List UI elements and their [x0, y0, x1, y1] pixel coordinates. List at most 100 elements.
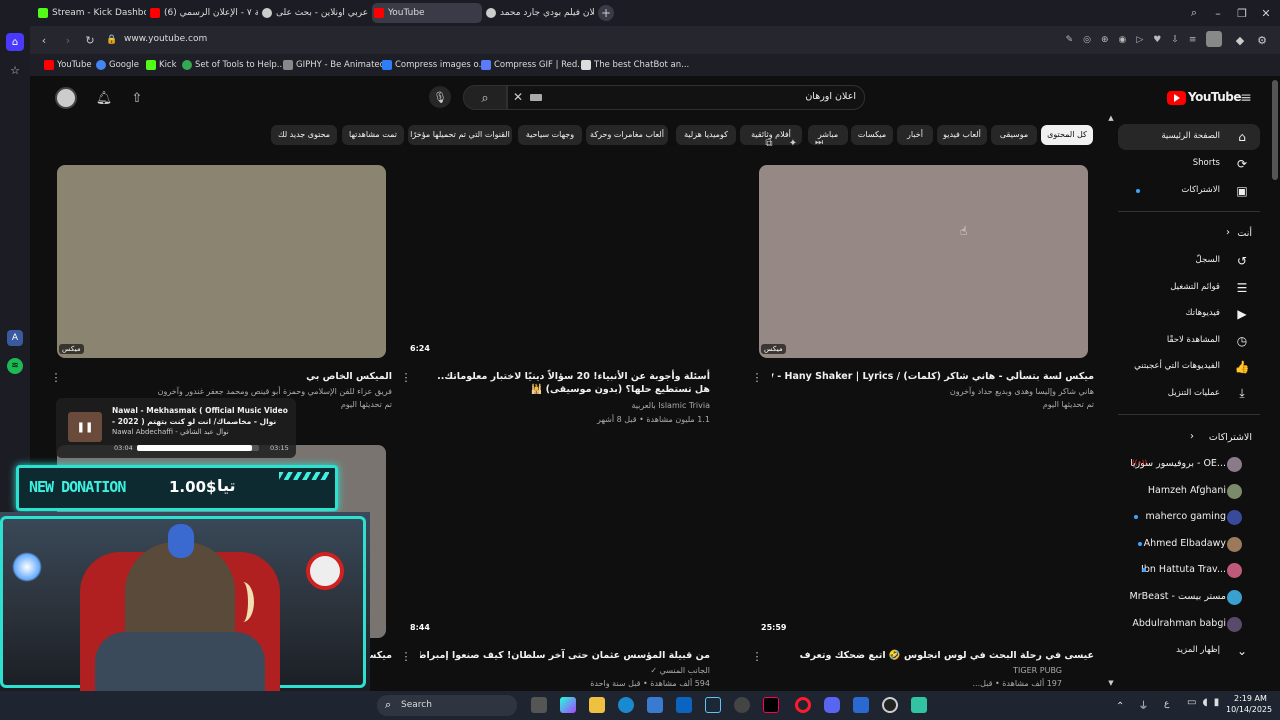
4k-downloader-icon[interactable] [734, 697, 750, 713]
language-indicator[interactable]: ع [1164, 699, 1169, 709]
maximize-button[interactable]: ❐ [1234, 5, 1250, 21]
video-thumbnail[interactable] [408, 165, 737, 358]
tab-youtube[interactable]: YouTube [372, 3, 482, 23]
bookmark-tools[interactable]: Set of Tools to Help... [182, 58, 285, 72]
video-menu-icon[interactable]: ⋮ [400, 370, 412, 384]
subscription-item[interactable]: MrBeast - مستر بيست [1118, 584, 1260, 610]
bookmark-kick[interactable]: Kick [146, 58, 177, 72]
video-channel[interactable]: هاني شاكر وإليسا وهدى وبديع حداد وآخرون [772, 386, 1094, 397]
defender-icon[interactable] [853, 697, 869, 713]
star-icon[interactable]: ☆ [6, 61, 24, 79]
subscription-item[interactable]: بروفيسور سوريا - OE... ((•)) [1118, 451, 1260, 477]
filter-chip[interactable]: ألعاب مغامرات وحركة [586, 125, 668, 145]
filter-chip[interactable]: ألعاب فيديو [937, 125, 987, 145]
clock-time[interactable]: 2:19 AM [1234, 694, 1267, 703]
bookmark-giphy[interactable]: GIPHY - Be Animated [283, 58, 385, 72]
page-scrollbar[interactable] [1272, 80, 1278, 180]
video-channel[interactable]: فريق عزاء للفن الإسلامي وحمزة أبو قينص و… [70, 386, 392, 397]
clock-date[interactable]: 10/14/2025 [1226, 705, 1272, 714]
obs-icon[interactable] [882, 697, 898, 713]
toolbar-icons[interactable]: ✎◎⊕◉▷♥⇩≡ [1046, 32, 1226, 48]
new-tab-button[interactable]: + [598, 5, 614, 21]
minimize-button[interactable]: – [1210, 5, 1226, 21]
notifications-icon[interactable]: 🔔︎ [95, 89, 113, 107]
upload-icon[interactable]: ⇧ [128, 89, 146, 107]
account-avatar[interactable] [55, 87, 77, 109]
show-more-button[interactable]: إظهار المزيد ⌄ [1118, 638, 1260, 664]
store-icon[interactable] [647, 697, 663, 713]
keyboard-icon[interactable] [530, 94, 542, 101]
aria-icon[interactable]: A [7, 330, 23, 346]
video-thumbnail[interactable] [57, 165, 386, 358]
close-window-button[interactable]: ✕ [1258, 5, 1274, 21]
video-menu-icon[interactable]: ⋮ [751, 370, 763, 384]
edge-icon[interactable] [618, 697, 634, 713]
video-thumbnail[interactable] [759, 165, 1088, 358]
video-channel[interactable]: TIGER PUBG [772, 665, 1062, 676]
streamlabs-icon[interactable] [911, 697, 927, 713]
bookmark-google[interactable]: Google [96, 58, 139, 72]
bookmark-youtube[interactable]: YouTube [44, 58, 92, 72]
filter-chip[interactable]: ميكسات [851, 125, 893, 145]
youtube-logo[interactable]: YouTube [1167, 90, 1242, 106]
sidebar-section-subscriptions[interactable]: الاشتراكات › [1118, 425, 1260, 451]
forward-icon[interactable]: › [60, 32, 76, 48]
bookmark-compress-images[interactable]: Compress images o... [382, 58, 487, 72]
file-explorer-icon[interactable] [589, 697, 605, 713]
sidebar-item[interactable]: المشاهدة لاحقًا ◷ [1118, 328, 1260, 354]
subscription-item[interactable]: Abdulrahman babgi [1118, 611, 1260, 637]
video-menu-icon[interactable]: ⋮ [50, 370, 62, 384]
tab-zinzana[interactable]: (6) زنزانة ٧ - الإعلان الرسمي [148, 3, 258, 23]
taskbar-search[interactable]: ⌕ Search [377, 695, 517, 716]
tab-kick[interactable]: Stream - Kick Dashboard [36, 3, 146, 23]
video-title[interactable]: الميكس الخاص بي [70, 370, 392, 383]
video-title[interactable]: عيسى في رحلة البحث في لوس انجلوس 🤣 اتبع … [772, 649, 1094, 662]
tab-aflam[interactable]: افلام عربي اونلاين - بحث على [260, 3, 370, 23]
filter-chip[interactable]: وجهات سياحية [518, 125, 582, 145]
sidebar-item[interactable]: فيديوهاتك ▶ [1118, 301, 1260, 327]
url-input[interactable]: www.youtube.com [124, 34, 207, 44]
wallet-icon[interactable]: ◆ [1232, 32, 1248, 48]
filter-chip[interactable]: القنوات التي تم تحميلها مؤخرًا [408, 125, 512, 145]
sidebar-scroll-up-icon[interactable]: ▲ [1106, 113, 1116, 123]
discord-icon[interactable] [824, 697, 840, 713]
video-menu-icon[interactable]: ⋮ [400, 649, 412, 663]
back-icon[interactable]: ‹ [36, 32, 52, 48]
sidebar-item[interactable]: الصفحة الرئيسية ⌂ [1118, 124, 1260, 150]
sidebar-item[interactable]: Shorts ⟳ [1118, 151, 1260, 177]
home-panel-icon[interactable]: ⌂ [6, 33, 24, 51]
video-title[interactable]: أسئلة وأجوبة عن الأنبياء! 20 سؤالاً ديني… [420, 370, 710, 396]
filter-chip[interactable]: محتوى جديد لك [271, 125, 337, 145]
pip-icon[interactable]: ⧉ [762, 136, 776, 150]
opera-icon[interactable] [795, 697, 811, 713]
outlook-icon[interactable] [676, 697, 692, 713]
menu-icon[interactable]: ≡ [1237, 89, 1255, 107]
video-channel[interactable]: Islamic Trivia بالعربية [420, 400, 710, 411]
bookmark-chatbot[interactable]: The best ChatBot an... [581, 58, 689, 72]
widgets-icon[interactable] [531, 697, 547, 713]
reload-icon[interactable]: ↻ [82, 32, 98, 48]
sidebar-scroll-down-icon[interactable]: ▼ [1106, 678, 1116, 688]
sidebar-item[interactable]: الفيديوهات التي أعجبتني 👍 [1118, 354, 1260, 380]
sidebar-item[interactable]: قوائم التشغيل ☰ [1118, 275, 1260, 301]
sidebar-item[interactable]: عمليات التنزيل ⤓ [1118, 381, 1260, 407]
video-title[interactable]: من قبيلة المؤسس عثمان حتى آخر سلطان! كيف… [420, 649, 710, 662]
clear-search-icon[interactable]: ✕ [510, 89, 526, 105]
video-menu-icon[interactable]: ⋮ [751, 649, 763, 663]
search-tabs-icon[interactable]: ⌕ [1186, 5, 1202, 21]
network-sound-icons[interactable]: ▭◖▮ [1187, 697, 1225, 708]
filter-chip[interactable]: كل المحتوى [1041, 125, 1093, 145]
voice-search-icon[interactable]: 🎙︎ [429, 86, 451, 108]
video-channel[interactable]: الجانب المنسي ✓ [420, 665, 710, 676]
sidebar-item[interactable]: الاشتراكات ▣ [1118, 178, 1260, 204]
subscription-item[interactable]: Ibn Hattuta Trav... [1118, 557, 1260, 583]
video-title[interactable]: ميكس لسة بتسألي - هاني شاكر (كلمات) / Le… [772, 370, 1094, 383]
tiktok-icon[interactable] [763, 697, 779, 713]
tab-bodyguard[interactable]: اعلان فيلم بودي جارد محمد [484, 3, 594, 23]
skip-icon[interactable]: ⏭ [812, 136, 826, 150]
spotify-icon[interactable]: ≋ [7, 358, 23, 374]
copilot-icon[interactable] [560, 697, 576, 713]
filter-chip[interactable]: أخبار [897, 125, 933, 145]
filter-chip[interactable]: تمت مشاهدتها [342, 125, 404, 145]
filter-chip[interactable]: كوميديا هزلية [676, 125, 736, 145]
